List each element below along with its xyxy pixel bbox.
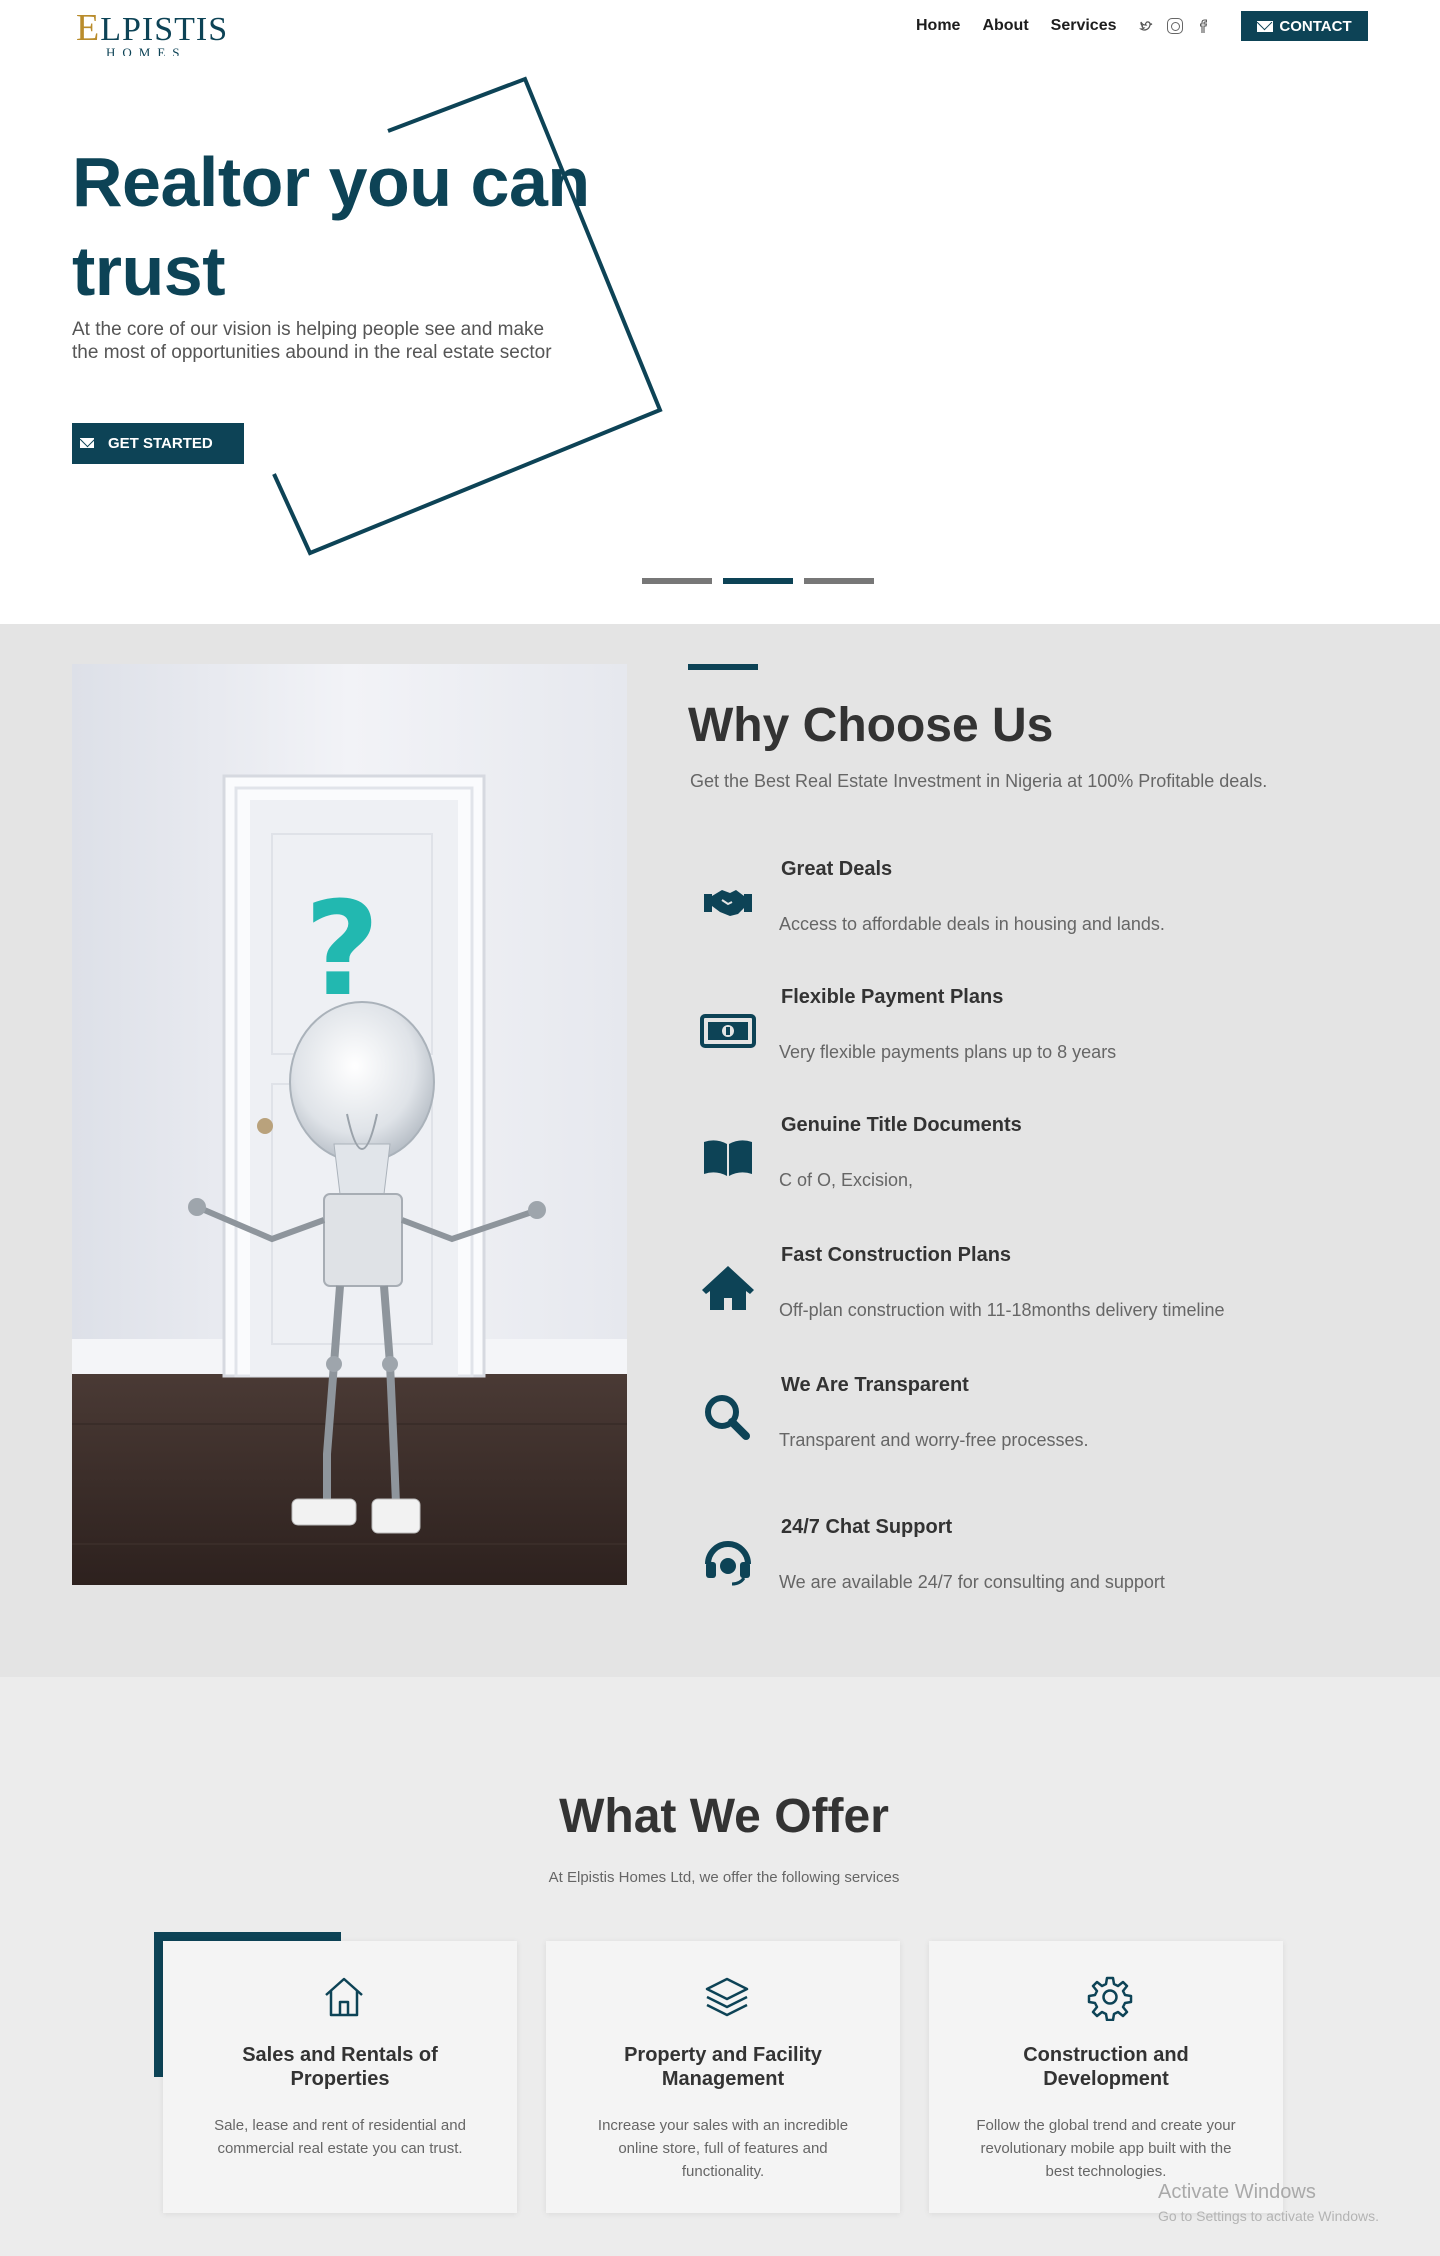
- service-card[interactable]: Property and Facility Management Increas…: [546, 1941, 900, 2213]
- service-card-desc: Increase your sales with an incredible o…: [597, 2117, 849, 2180]
- hero-text: At the core of our vision is helping peo…: [72, 319, 552, 363]
- service-card[interactable]: Sales and Rentals of Properties Sale, le…: [163, 1941, 517, 2213]
- instagram-icon[interactable]: [1166, 18, 1183, 34]
- feature-title: Fast Construction Plans: [781, 1244, 1012, 1266]
- nav-link-services[interactable]: Services: [1051, 16, 1117, 36]
- service-card-desc: Follow the global trend and create your …: [976, 2117, 1236, 2180]
- feature-title: We Are Transparent: [781, 1374, 969, 1396]
- envelope-icon: [80, 438, 94, 448]
- lightbulb-robot-image: ?: [72, 664, 627, 1585]
- handshake-icon: [700, 874, 756, 930]
- feature-desc: Access to affordable deals in housing an…: [779, 914, 1165, 934]
- headset-icon: [700, 1532, 756, 1588]
- slide-indicator-1[interactable]: [642, 578, 712, 584]
- why-subtitle: Get the Best Real Estate Investment in N…: [690, 771, 1268, 791]
- contact-button[interactable]: CONTACT: [1241, 11, 1368, 41]
- search-icon: [700, 1390, 756, 1446]
- home-icon: [700, 1260, 756, 1316]
- section-accent-bar: [688, 664, 758, 670]
- feature-desc: Very flexible payments plans up to 8 yea…: [779, 1042, 1117, 1062]
- hero-decorative-frame: [272, 76, 663, 556]
- offer-title: What We Offer: [559, 1790, 889, 1843]
- book-open-icon: [700, 1130, 756, 1186]
- house-outline-icon: [320, 1973, 368, 2021]
- facebook-icon[interactable]: [1195, 18, 1211, 34]
- main-menu: Home About Services: [916, 16, 1211, 36]
- service-card-title: Property and Facility Management: [624, 2044, 822, 2090]
- slider-indicators: [642, 578, 874, 584]
- what-we-offer-section: What We Offer At Elpistis Homes Ltd, we …: [0, 1677, 1440, 2256]
- feature-desc: Transparent and worry-free processes.: [779, 1430, 1089, 1450]
- nav-link-home[interactable]: Home: [916, 16, 960, 36]
- service-card-desc: Sale, lease and rent of residential and …: [214, 2117, 466, 2157]
- feature-title: Flexible Payment Plans: [781, 986, 1004, 1008]
- feature-title: Great Deals: [781, 858, 893, 880]
- hero-title: Realtor you can trust: [72, 143, 590, 310]
- windows-activation-watermark: Activate Windows Go to Settings to activ…: [1158, 2180, 1379, 2228]
- hero-section: Realtor you can trust At the core of our…: [0, 56, 1440, 624]
- why-title: Why Choose Us: [688, 699, 1054, 752]
- offer-subtitle: At Elpistis Homes Ltd, we offer the foll…: [548, 1869, 900, 1886]
- social-links: [1138, 18, 1211, 34]
- get-started-button[interactable]: GET STARTED: [72, 423, 244, 464]
- feature-desc: Off-plan construction with 11-18months d…: [779, 1300, 1225, 1320]
- slide-indicator-3[interactable]: [804, 578, 874, 584]
- why-choose-us-section: ? Why Choose Us Get the Best Real Estate…: [0, 624, 1440, 1677]
- logo-wordmark: ELPISTIS: [76, 7, 229, 49]
- money-bill-icon: [700, 1002, 756, 1058]
- envelope-icon: [1257, 20, 1274, 32]
- layers-icon: [703, 1973, 751, 2021]
- twitter-icon[interactable]: [1138, 18, 1155, 34]
- feature-title: Genuine Title Documents: [781, 1114, 1022, 1136]
- service-card[interactable]: Construction and Development Follow the …: [929, 1941, 1283, 2213]
- feature-desc: C of O, Excision,: [779, 1170, 914, 1190]
- watermark-line-1: Activate Windows: [1158, 2181, 1316, 2203]
- contact-label: CONTACT: [1279, 17, 1352, 35]
- slide-indicator-2[interactable]: [723, 578, 793, 584]
- watermark-line-2: Go to Settings to activate Windows.: [1158, 2208, 1379, 2224]
- feature-title: 24/7 Chat Support: [781, 1516, 953, 1538]
- nav-link-about[interactable]: About: [982, 16, 1028, 36]
- top-navbar: ELPISTIS HOMES Home About Services CONTA…: [0, 0, 1440, 60]
- get-started-label: GET STARTED: [108, 435, 213, 452]
- service-card-title: Construction and Development: [1023, 2044, 1189, 2090]
- service-card-title: Sales and Rentals of Properties: [242, 2044, 438, 2090]
- gear-icon: [1086, 1973, 1134, 2022]
- feature-desc: We are available 24/7 for consulting and…: [779, 1572, 1165, 1592]
